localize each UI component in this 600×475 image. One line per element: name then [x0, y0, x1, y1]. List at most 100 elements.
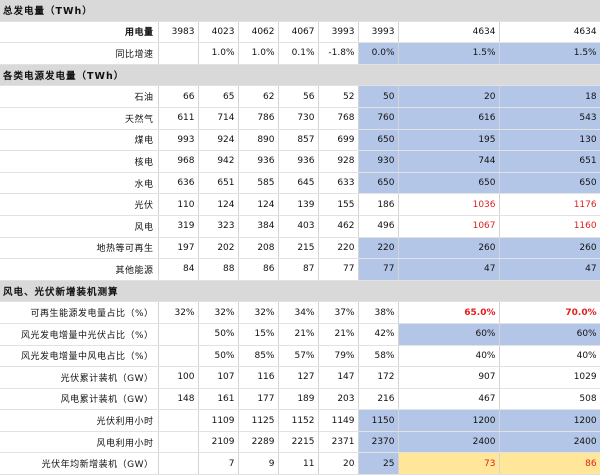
- table-cell: [158, 409, 199, 432]
- table-cell: 633: [318, 172, 359, 195]
- table-cell: 60%: [398, 323, 500, 346]
- table-cell: 220: [318, 237, 359, 260]
- table-cell: 936: [278, 150, 319, 173]
- table-cell: 4067: [278, 21, 319, 44]
- table-cell: 3993: [358, 21, 399, 44]
- table-cell: 462: [318, 215, 359, 238]
- table-cell: 197: [158, 237, 199, 260]
- table-cell: 56: [278, 85, 319, 108]
- table-cell: 2371: [318, 431, 359, 454]
- table-cell: 20: [398, 85, 500, 108]
- section-title: 风电、光伏新增装机测算: [0, 280, 600, 303]
- table-row: 用电量 3983 4023 4062 4067 3993 3993 4634 4634: [0, 21, 600, 44]
- table-cell: 650: [398, 172, 500, 195]
- table-cell: 47: [398, 258, 500, 281]
- table-cell: 936: [238, 150, 279, 173]
- table-cell: 1.0%: [198, 42, 239, 65]
- table-cell: 786: [238, 107, 279, 130]
- table-cell: 907: [398, 366, 500, 389]
- table-cell: 1.0%: [238, 42, 279, 65]
- table-cell: 195: [398, 129, 500, 152]
- table-row: 煤电 993 924 890 857 699 650 195 130: [0, 129, 600, 152]
- table-cell: 216: [358, 388, 399, 411]
- table-cell: 1.5%: [398, 42, 500, 65]
- table-cell: 40%: [499, 345, 600, 368]
- table-cell: 744: [398, 150, 500, 173]
- row-label: 光伏累计装机（GW）: [0, 366, 159, 389]
- table-cell: 651: [499, 150, 600, 173]
- table-row: 风电 319 323 384 403 462 496 1067 1160: [0, 215, 600, 238]
- table-cell: 11: [278, 452, 319, 475]
- table-cell: 1152: [278, 409, 319, 432]
- table-cell: 543: [499, 107, 600, 130]
- table-cell: 1150: [358, 409, 399, 432]
- table-cell: 86: [499, 452, 600, 475]
- table-cell: 3983: [158, 21, 199, 44]
- table-cell: 58%: [358, 345, 399, 368]
- table-cell: 1160: [499, 215, 600, 238]
- table-cell: 189: [278, 388, 319, 411]
- table-cell: 116: [238, 366, 279, 389]
- table-row: 光伏累计装机（GW） 100 107 116 127 147 172 907 1029: [0, 366, 600, 389]
- table-cell: 203: [318, 388, 359, 411]
- table-cell: 650: [358, 172, 399, 195]
- table-cell: 20: [318, 452, 359, 475]
- table-cell: 70.0%: [499, 301, 600, 324]
- table-cell: 32%: [238, 301, 279, 324]
- table-cell: 62: [238, 85, 279, 108]
- table-cell: 148: [158, 388, 199, 411]
- table-cell: 1200: [398, 409, 500, 432]
- table-cell: 127: [278, 366, 319, 389]
- table-cell: 4062: [238, 21, 279, 44]
- table-cell: 260: [398, 237, 500, 260]
- table-cell: 1.5%: [499, 42, 600, 65]
- table-cell: 124: [198, 193, 239, 216]
- table-row: 可再生能源发电量占比（%） 32% 32% 32% 34% 37% 38% 65.0% 70.0…: [0, 301, 600, 324]
- table-cell: 50%: [198, 345, 239, 368]
- table-row: 风电累计装机（GW） 148 161 177 189 203 216 467 508: [0, 388, 600, 411]
- table-cell: 4023: [198, 21, 239, 44]
- table-row: 核电 968 942 936 936 928 930 744 651: [0, 150, 600, 173]
- row-label: 石油: [0, 85, 159, 108]
- row-label: 风电: [0, 215, 159, 238]
- row-label: 可再生能源发电量占比（%）: [0, 301, 159, 324]
- row-label: 光伏年均新增装机（GW）: [0, 452, 159, 475]
- table-cell: 79%: [318, 345, 359, 368]
- table-cell: 139: [278, 193, 319, 216]
- table-cell: 1200: [499, 409, 600, 432]
- table-cell: 37%: [318, 301, 359, 324]
- table-row: 光伏 110 124 124 139 155 186 1036 1176: [0, 193, 600, 216]
- row-label: 地热等可再生: [0, 237, 159, 260]
- table-cell: [158, 42, 199, 65]
- table-cell: 9: [238, 452, 279, 475]
- table-cell: 651: [198, 172, 239, 195]
- table-cell: 38%: [358, 301, 399, 324]
- table-cell: 88: [198, 258, 239, 281]
- table-cell: 42%: [358, 323, 399, 346]
- table-cell: 650: [358, 129, 399, 152]
- table-cell: 32%: [198, 301, 239, 324]
- section-header: 风电、光伏新增装机测算: [0, 280, 600, 303]
- table-cell: 585: [238, 172, 279, 195]
- table-cell: 730: [278, 107, 319, 130]
- table-cell: 2289: [238, 431, 279, 454]
- table-cell: 319: [158, 215, 199, 238]
- table-cell: 85%: [238, 345, 279, 368]
- table-cell: 508: [499, 388, 600, 411]
- table-body: 总发电量（TWh） 用电量 3983 4023 4062 4067 3993 3993 4634…: [0, 0, 600, 475]
- table-cell: 100: [158, 366, 199, 389]
- table-cell: 177: [238, 388, 279, 411]
- section-header: 总发电量（TWh）: [0, 0, 600, 22]
- table-cell: 0.0%: [358, 42, 399, 65]
- table-cell: 50%: [198, 323, 239, 346]
- table-cell: 611: [158, 107, 199, 130]
- table-cell: 384: [238, 215, 279, 238]
- table-cell: 34%: [278, 301, 319, 324]
- section-header: 各类电源发电量（TWh）: [0, 64, 600, 87]
- table-cell: 323: [198, 215, 239, 238]
- row-label: 核电: [0, 150, 159, 173]
- table-cell: 1109: [198, 409, 239, 432]
- row-label: 水电: [0, 172, 159, 195]
- table-cell: 77: [358, 258, 399, 281]
- table-cell: 2109: [198, 431, 239, 454]
